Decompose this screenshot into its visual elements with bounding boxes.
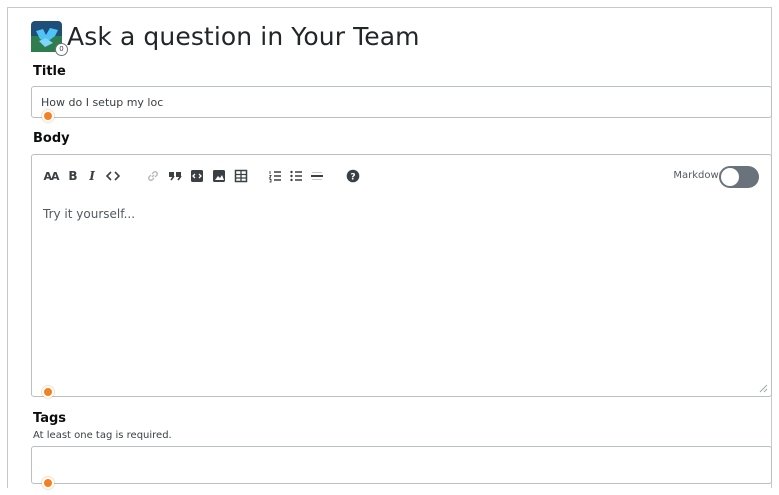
tags-hint: At least one tag is required.	[33, 430, 172, 441]
team-logo-icon: 0	[31, 20, 68, 56]
markdown-toggle[interactable]	[719, 166, 759, 188]
page-title: Ask a question in Your Team	[67, 21, 420, 51]
team-badge-icon: 0	[55, 42, 68, 56]
markdown-toggle-knob	[721, 168, 739, 186]
header: 0 Ask a question in Your Team	[31, 19, 420, 56]
body-placeholder: Try it yourself...	[43, 207, 136, 221]
italic-icon[interactable]: I	[87, 167, 97, 185]
title-indicator-dot	[42, 110, 54, 122]
body-editor[interactable]: AA B I ? Markdown Try it yourself...	[31, 154, 772, 398]
help-icon[interactable]: ?	[345, 167, 361, 185]
table-icon[interactable]	[233, 167, 249, 185]
title-input[interactable]: How do I setup my loc	[31, 86, 772, 122]
svg-text:?: ?	[350, 173, 355, 183]
resize-handle-icon[interactable]	[759, 384, 768, 393]
tags-indicator-dot	[42, 477, 54, 489]
code-icon[interactable]	[105, 167, 121, 185]
text-size-icon[interactable]: AA	[42, 167, 60, 185]
body-label: Body	[33, 131, 70, 146]
tags-input[interactable]	[31, 446, 772, 489]
ordered-list-icon[interactable]	[267, 167, 283, 185]
code-block-icon[interactable]	[189, 167, 205, 185]
horizontal-rule-icon[interactable]	[309, 167, 325, 185]
title-input-value: How do I setup my loc	[41, 96, 164, 109]
body-indicator-dot	[42, 386, 54, 398]
markdown-label: Markdown	[673, 170, 725, 181]
editor-toolbar: AA B I ?	[42, 167, 361, 185]
image-icon[interactable]	[211, 167, 227, 185]
unordered-list-icon[interactable]	[288, 167, 304, 185]
blockquote-icon[interactable]	[167, 167, 183, 185]
title-label: Title	[33, 64, 66, 79]
bold-icon[interactable]: B	[68, 167, 78, 185]
tags-label: Tags	[33, 411, 67, 426]
link-icon[interactable]	[145, 167, 161, 185]
